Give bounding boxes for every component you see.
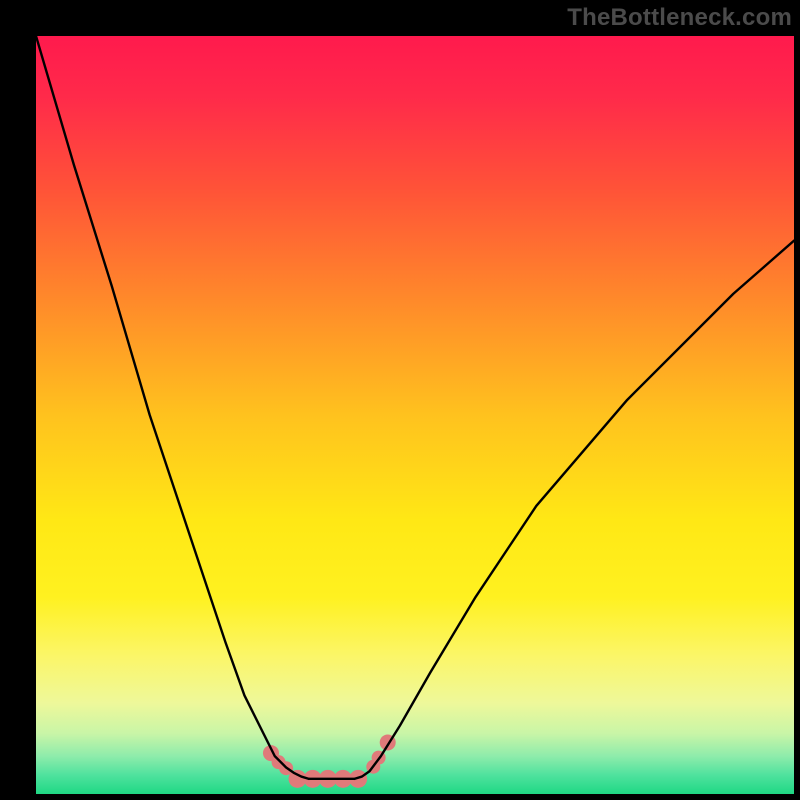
- plot-area: [36, 36, 794, 794]
- chart-frame: TheBottleneck.com: [0, 0, 800, 800]
- watermark-text: TheBottleneck.com: [567, 4, 792, 32]
- chart-canvas: [36, 36, 794, 794]
